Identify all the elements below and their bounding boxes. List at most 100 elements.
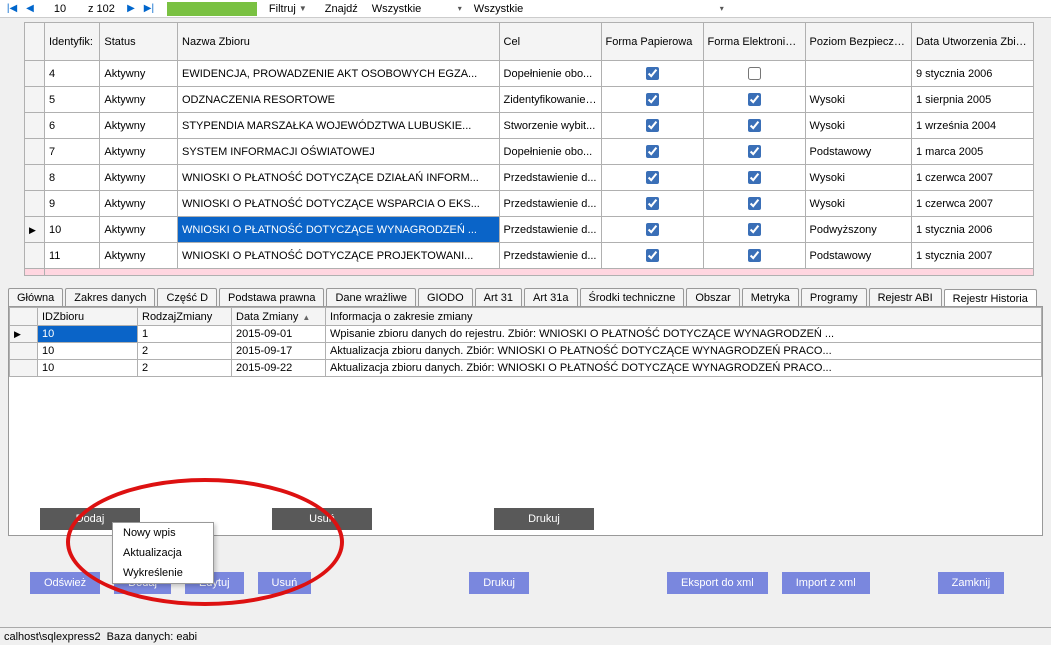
cell-fe[interactable] bbox=[703, 61, 805, 87]
cell-fe[interactable] bbox=[703, 191, 805, 217]
find-button[interactable]: Znajdź bbox=[319, 1, 364, 17]
checkbox-fp[interactable] bbox=[646, 67, 659, 80]
cell-poz[interactable] bbox=[805, 61, 911, 87]
checkbox-fe[interactable] bbox=[748, 223, 761, 236]
row-handle[interactable] bbox=[25, 87, 45, 113]
cell-name[interactable]: WNIOSKI O PŁATNOŚĆ DOTYCZĄCE DZIAŁAŃ INF… bbox=[178, 165, 500, 191]
checkbox-fp[interactable] bbox=[646, 249, 659, 262]
cell-cel[interactable]: Zidentyfikowanie ... bbox=[499, 87, 601, 113]
cell-status[interactable]: Aktywny bbox=[100, 191, 178, 217]
cell-info[interactable]: Aktualizacja zbioru danych. Zbiór: WNIOS… bbox=[326, 343, 1042, 360]
cell-datazmiany[interactable]: 2015-09-22 bbox=[232, 360, 326, 377]
cell-poz[interactable]: Podwyższony bbox=[805, 217, 911, 243]
cell-datazmiany[interactable]: 2015-09-17 bbox=[232, 343, 326, 360]
checkbox-fe[interactable] bbox=[748, 93, 761, 106]
checkbox-fp[interactable] bbox=[646, 223, 659, 236]
cell-poz[interactable]: Wysoki bbox=[805, 113, 911, 139]
cell-idzbioru[interactable]: 10 bbox=[38, 326, 138, 343]
cell-date[interactable]: 1 marca 2005 bbox=[911, 139, 1033, 165]
header-id[interactable]: Identyfik: bbox=[44, 23, 99, 61]
cell-fe[interactable] bbox=[703, 217, 805, 243]
header-name[interactable]: Nazwa Zbioru bbox=[178, 23, 500, 61]
checkbox-fe[interactable] bbox=[748, 197, 761, 210]
cell-rodzaj[interactable]: 2 bbox=[138, 343, 232, 360]
filter-button[interactable]: Filtruj▼ bbox=[263, 1, 313, 17]
sub-header-id[interactable]: IDZbioru bbox=[38, 308, 138, 326]
cell-idzbioru[interactable]: 10 bbox=[38, 343, 138, 360]
cell-date[interactable]: 1 stycznia 2006 bbox=[911, 217, 1033, 243]
cell-status[interactable]: Aktywny bbox=[100, 87, 178, 113]
cell-id[interactable]: 10 bbox=[44, 217, 99, 243]
tab-rejestr-historia[interactable]: Rejestr Historia bbox=[944, 289, 1037, 307]
cell-date[interactable]: 1 czerwca 2007 bbox=[911, 165, 1033, 191]
cell-id[interactable]: 9 bbox=[44, 191, 99, 217]
cell-name[interactable]: WNIOSKI O PŁATNOŚĆ DOTYCZĄCE WYNAGRODZEŃ… bbox=[178, 217, 500, 243]
cell-cel[interactable]: Przedstawienie d... bbox=[499, 217, 601, 243]
cell-info[interactable]: Aktualizacja zbioru danych. Zbiór: WNIOS… bbox=[326, 360, 1042, 377]
sub-row-handle[interactable] bbox=[10, 360, 38, 377]
cell-fp[interactable] bbox=[601, 87, 703, 113]
tab-giodo[interactable]: GIODO bbox=[418, 288, 473, 306]
cell-fp[interactable] bbox=[601, 191, 703, 217]
cell-cel[interactable]: Stworzenie wybit... bbox=[499, 113, 601, 139]
tab-cz-d[interactable]: Część D bbox=[157, 288, 217, 306]
checkbox-fe[interactable] bbox=[748, 145, 761, 158]
row-handle[interactable] bbox=[25, 165, 45, 191]
usu--button[interactable]: Usuń bbox=[258, 572, 312, 594]
nav-first-icon[interactable]: |◀ bbox=[4, 1, 20, 17]
cell-fp[interactable] bbox=[601, 217, 703, 243]
sub-header-data[interactable]: Data Zmiany▲ bbox=[232, 308, 326, 326]
nav-next-icon[interactable]: ▶ bbox=[123, 1, 139, 17]
cell-date[interactable]: 1 września 2004 bbox=[911, 113, 1033, 139]
cell-name[interactable]: WNIOSKI O PŁATNOŚĆ DOTYCZĄCE PROJEKTOWAN… bbox=[178, 243, 500, 269]
header-fe[interactable]: Forma Elektroniczna bbox=[703, 23, 805, 61]
cell-fp[interactable] bbox=[601, 243, 703, 269]
cell-name[interactable]: ODZNACZENIA RESORTOWE bbox=[178, 87, 500, 113]
cell-fe[interactable] bbox=[703, 113, 805, 139]
checkbox-fp[interactable] bbox=[646, 119, 659, 132]
table-row[interactable]: 11AktywnyWNIOSKI O PŁATNOŚĆ DOTYCZĄCE PR… bbox=[25, 243, 1034, 269]
history-row[interactable]: 1022015-09-17Aktualizacja zbioru danych.… bbox=[10, 343, 1042, 360]
header-cel[interactable]: Cel bbox=[499, 23, 601, 61]
cell-cel[interactable]: Przedstawienie d... bbox=[499, 165, 601, 191]
row-handle[interactable] bbox=[25, 191, 45, 217]
checkbox-fp[interactable] bbox=[646, 197, 659, 210]
nav-pos-input[interactable] bbox=[40, 2, 80, 16]
combo-all-2[interactable]: Wszystkie▾ bbox=[468, 1, 728, 17]
table-row[interactable]: 5AktywnyODZNACZENIA RESORTOWEZidentyfiko… bbox=[25, 87, 1034, 113]
cell-id[interactable]: 7 bbox=[44, 139, 99, 165]
cell-name[interactable]: EWIDENCJA, PROWADZENIE AKT OSOBOWYCH EGZ… bbox=[178, 61, 500, 87]
cell-cel[interactable]: Przedstawienie d... bbox=[499, 191, 601, 217]
menu-item-nowy-wpis[interactable]: Nowy wpis bbox=[113, 523, 213, 543]
cell-fe[interactable] bbox=[703, 87, 805, 113]
cell-status[interactable]: Aktywny bbox=[100, 139, 178, 165]
zamknij-button[interactable]: Zamknij bbox=[938, 572, 1005, 594]
tab-rejestr-abi[interactable]: Rejestr ABI bbox=[869, 288, 942, 306]
cell-fp[interactable] bbox=[601, 165, 703, 191]
header-date[interactable]: Data Utworzenia Zbioru bbox=[911, 23, 1033, 61]
cell-status[interactable]: Aktywny bbox=[100, 243, 178, 269]
od-wie--button[interactable]: Odśwież bbox=[30, 572, 100, 594]
header-fp[interactable]: Forma Papierowa bbox=[601, 23, 703, 61]
cell-status[interactable]: Aktywny bbox=[100, 217, 178, 243]
tab-zakres-danych[interactable]: Zakres danych bbox=[65, 288, 155, 306]
tab-g-wna[interactable]: Główna bbox=[8, 288, 63, 306]
cell-fe[interactable] bbox=[703, 243, 805, 269]
tab-art-31a[interactable]: Art 31a bbox=[524, 288, 577, 306]
table-row[interactable]: 6AktywnySTYPENDIA MARSZAŁKA WOJEWÓDZTWA … bbox=[25, 113, 1034, 139]
checkbox-fe[interactable] bbox=[748, 249, 761, 262]
row-handle[interactable] bbox=[25, 243, 45, 269]
row-handle[interactable]: ▶ bbox=[25, 217, 45, 243]
tab-metryka[interactable]: Metryka bbox=[742, 288, 799, 306]
cell-fe[interactable] bbox=[703, 165, 805, 191]
tab-obszar[interactable]: Obszar bbox=[686, 288, 739, 306]
cell-date[interactable]: 1 stycznia 2007 bbox=[911, 243, 1033, 269]
nav-prev-icon[interactable]: ◀ bbox=[22, 1, 38, 17]
cell-status[interactable]: Aktywny bbox=[100, 61, 178, 87]
sub-row-handle[interactable] bbox=[10, 343, 38, 360]
eksport-do-xml-button[interactable]: Eksport do xml bbox=[667, 572, 768, 594]
cell-status[interactable]: Aktywny bbox=[100, 165, 178, 191]
cell-cel[interactable]: Dopełnienie obo... bbox=[499, 139, 601, 165]
cell-poz[interactable]: Podstawowy bbox=[805, 243, 911, 269]
cell-datazmiany[interactable]: 2015-09-01 bbox=[232, 326, 326, 343]
